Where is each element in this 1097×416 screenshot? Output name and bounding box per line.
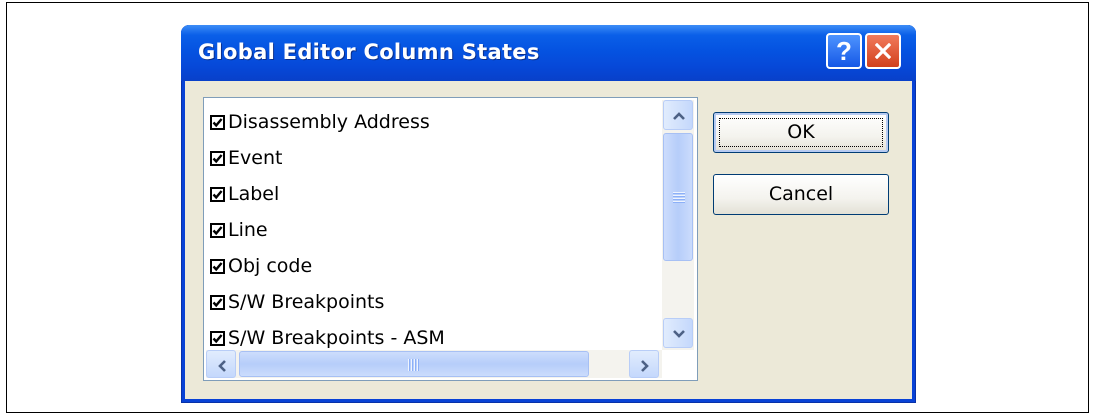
chevron-down-icon — [673, 330, 685, 338]
column-list-item[interactable]: Obj code — [210, 248, 665, 284]
chevron-up-icon — [673, 112, 685, 120]
scroll-right-button[interactable] — [629, 350, 659, 378]
column-list-item[interactable]: Line — [210, 212, 665, 248]
focus-rectangle — [719, 118, 883, 147]
scroll-up-button[interactable] — [663, 100, 693, 130]
column-list-item[interactable]: Label — [210, 176, 665, 212]
column-checkbox[interactable] — [210, 186, 225, 202]
horizontal-grip-icon — [408, 359, 420, 371]
column-checkbox[interactable] — [210, 258, 225, 274]
vertical-scroll-thumb[interactable] — [663, 133, 693, 261]
column-list[interactable]: Disassembly Address Event Label Line Obj cod… — [203, 97, 698, 381]
cancel-button-label: Cancel — [768, 183, 834, 205]
column-checkbox[interactable] — [210, 114, 225, 130]
chevron-left-icon — [218, 360, 226, 372]
title-bar[interactable]: Global Editor Column States ? — [181, 25, 916, 81]
checkmark-icon — [212, 297, 223, 307]
help-icon: ? — [836, 36, 852, 66]
horizontal-scroll-thumb[interactable] — [239, 351, 589, 377]
column-label: Event — [228, 147, 283, 169]
column-list-item[interactable]: S/W Breakpoints - ASM — [210, 320, 665, 350]
column-list-item[interactable]: Event — [210, 140, 665, 176]
column-label: S/W Breakpoints - ASM — [228, 327, 445, 349]
close-icon — [875, 43, 891, 59]
ok-button[interactable]: OK — [713, 112, 889, 153]
checkmark-icon — [212, 153, 223, 163]
column-list-items: Disassembly Address Event Label Line Obj cod… — [210, 104, 665, 350]
dialog-client-area: Disassembly Address Event Label Line Obj cod… — [185, 81, 912, 399]
scroll-left-button[interactable] — [206, 350, 236, 378]
checkmark-icon — [212, 333, 223, 343]
column-checkbox[interactable] — [210, 150, 225, 166]
cancel-button[interactable]: Cancel — [713, 174, 889, 215]
horizontal-scrollbar[interactable] — [206, 350, 662, 378]
column-list-item[interactable]: Disassembly Address — [210, 104, 665, 140]
checkmark-icon — [212, 189, 223, 199]
chevron-right-icon — [641, 360, 649, 372]
dialog-title: Global Editor Column States — [198, 40, 540, 64]
help-button[interactable]: ? — [826, 33, 862, 69]
checkmark-icon — [212, 225, 223, 235]
close-button[interactable] — [865, 33, 901, 69]
column-states-dialog: Global Editor Column States ? Disassembl… — [181, 25, 916, 403]
checkmark-icon — [212, 117, 223, 127]
column-list-item[interactable]: S/W Breakpoints — [210, 284, 665, 320]
column-checkbox[interactable] — [210, 294, 225, 310]
vertical-grip-icon — [673, 192, 685, 204]
column-label: Obj code — [228, 255, 313, 277]
checkmark-icon — [212, 261, 223, 271]
column-checkbox[interactable] — [210, 330, 225, 346]
column-label: Label — [228, 183, 280, 205]
column-label: S/W Breakpoints — [228, 291, 385, 313]
vertical-scrollbar[interactable] — [662, 100, 694, 350]
column-label: Disassembly Address — [228, 111, 430, 133]
column-checkbox[interactable] — [210, 222, 225, 238]
column-label: Line — [228, 219, 268, 241]
scroll-down-button[interactable] — [663, 318, 693, 348]
